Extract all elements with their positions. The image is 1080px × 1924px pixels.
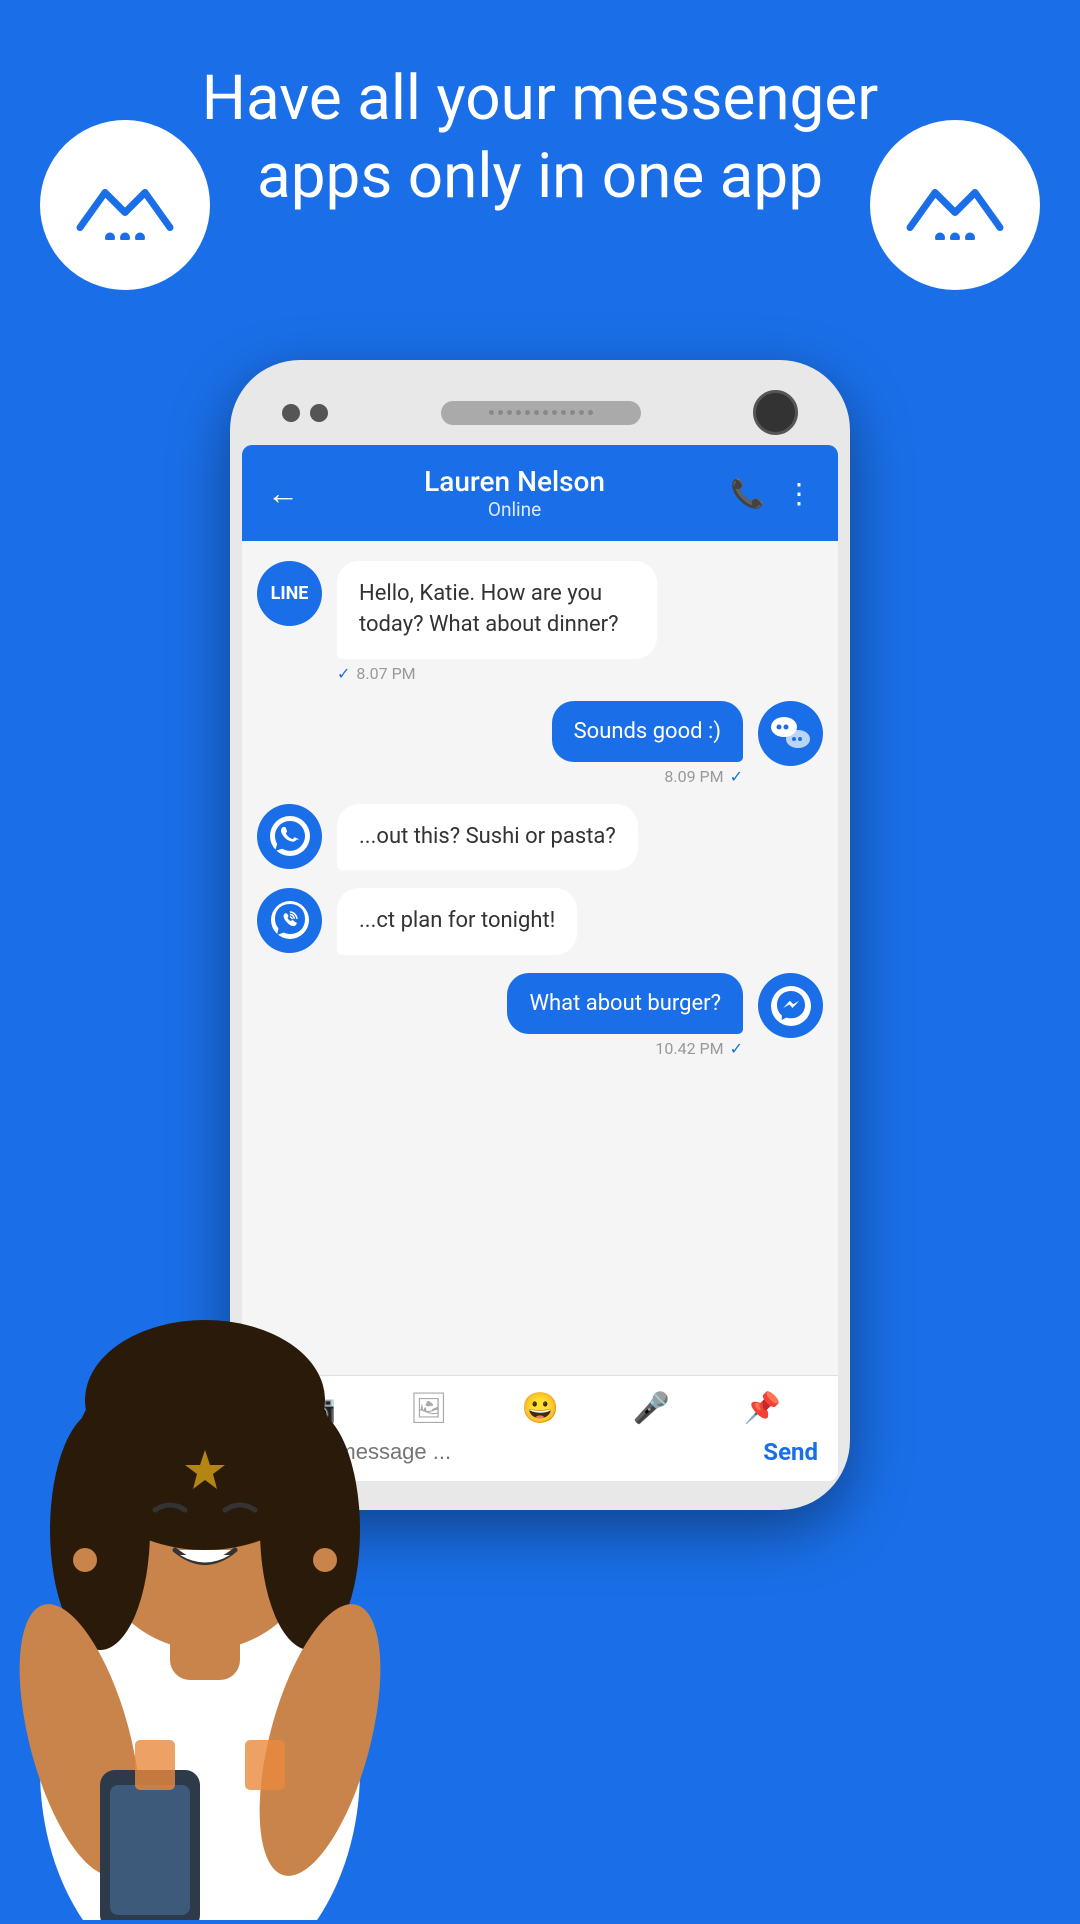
mic-icon[interactable]: 🎤 [633, 1391, 670, 1426]
message-time-1: ✓ 8.07 PM [337, 664, 657, 683]
message-row-3: ...out this? Sushi or pasta? [257, 804, 823, 871]
phone-sensor-2 [310, 404, 328, 422]
phone-sensors [282, 404, 328, 422]
message-bubble-2: Sounds good :) [552, 701, 743, 762]
message-bubble-1: Hello, Katie. How are you today? What ab… [337, 561, 657, 659]
message-row-4: ...ct plan for tonight! [257, 888, 823, 955]
phone-speaker [441, 401, 641, 425]
header-action-icons: 📞 ⋮ [730, 477, 813, 510]
read-checkmark-1: ✓ [337, 664, 350, 683]
message-time-2: 8.09 PM ✓ [664, 767, 743, 786]
wechat-app-avatar [758, 701, 823, 766]
wechat-icon-svg [768, 713, 813, 753]
whatsapp-app-avatar [257, 804, 322, 869]
messenger-app-avatar [758, 973, 823, 1038]
phone-top-bar [242, 372, 838, 445]
message-block-3: ...out this? Sushi or pasta? [337, 804, 638, 871]
send-button[interactable]: Send [763, 1438, 818, 1466]
phone-camera [753, 390, 798, 435]
messenger-icon-svg [770, 985, 812, 1027]
time-label-1: 8.07 PM [356, 664, 415, 683]
message-bubble-3: ...out this? Sushi or pasta? [337, 804, 638, 871]
location-icon[interactable]: 📌 [744, 1391, 781, 1426]
viber-icon-svg [270, 900, 310, 942]
emoji-icon[interactable]: 😀 [522, 1391, 559, 1426]
message-block-4: ...ct plan for tonight! [337, 888, 577, 955]
girl-character [0, 1020, 440, 1920]
message-bubble-5: What about burger? [507, 973, 743, 1034]
header-title: Have all your messenger apps only in one… [0, 60, 1080, 215]
girl-svg [0, 1020, 440, 1920]
speaker-grill [489, 410, 593, 415]
contact-info: Lauren Nelson Online [319, 465, 710, 521]
message-bubble-4: ...ct plan for tonight! [337, 888, 577, 955]
line-app-avatar: LINE [257, 561, 322, 626]
call-icon[interactable]: 📞 [730, 477, 765, 510]
message-block-1: Hello, Katie. How are you today? What ab… [337, 561, 657, 683]
time-label-5: 10.42 PM [655, 1039, 723, 1058]
viber-app-avatar [257, 888, 322, 953]
header-area: Have all your messenger apps only in one… [0, 0, 1080, 215]
whatsapp-icon-svg [269, 815, 311, 857]
contact-status: Online [319, 498, 710, 521]
message-row-1: LINE Hello, Katie. How are you today? Wh… [257, 561, 823, 683]
time-label-2: 8.09 PM [664, 767, 723, 786]
read-checkmark-2: ✓ [730, 767, 743, 786]
chat-header: ← Lauren Nelson Online 📞 ⋮ [242, 445, 838, 541]
more-options-icon[interactable]: ⋮ [785, 477, 813, 510]
message-time-5: 10.42 PM ✓ [655, 1039, 743, 1058]
contact-name: Lauren Nelson [319, 465, 710, 498]
back-button[interactable]: ← [267, 474, 299, 512]
message-row-2: Sounds good :) 8.09 PM ✓ [257, 701, 823, 786]
phone-sensor-1 [282, 404, 300, 422]
message-block-5: What about burger? 10.42 PM ✓ [507, 973, 743, 1058]
message-block-2: Sounds good :) 8.09 PM ✓ [552, 701, 743, 786]
read-checkmark-5: ✓ [730, 1039, 743, 1058]
